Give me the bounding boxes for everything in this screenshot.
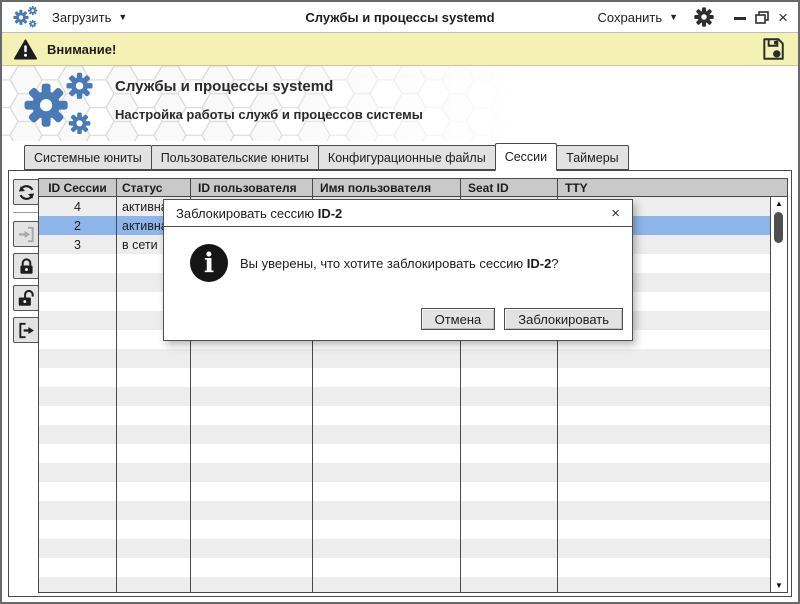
dialog-titlebar: Заблокировать сессию ID-2 × <box>164 200 632 227</box>
unlock-session-button[interactable] <box>13 285 39 311</box>
dialog-title: Заблокировать сессию ID-2 <box>176 205 343 221</box>
refresh-icon <box>18 184 34 200</box>
session-toolbar <box>12 179 40 349</box>
save-menu-label: Сохранить <box>597 9 663 25</box>
cell-session-id: 3 <box>74 237 81 252</box>
table-header: ID Сессии Статус ID пользователя Имя пол… <box>39 179 787 197</box>
load-menu-label: Загрузить <box>52 9 112 25</box>
tab-user-units[interactable]: Пользовательские юниты <box>150 145 319 170</box>
column-divider <box>116 179 117 592</box>
tab-bar: Системные юниты Пользовательские юниты К… <box>2 141 798 171</box>
banner-subtitle: Настройка работы служб и процессов систе… <box>115 107 423 122</box>
load-menu-button[interactable]: Загрузить ▼ <box>52 10 127 25</box>
save-disk-icon[interactable] <box>760 36 786 62</box>
tab-config-files[interactable]: Конфигурационные файлы <box>317 145 496 170</box>
column-header-status: Статус <box>122 180 163 195</box>
attach-session-icon <box>18 226 34 242</box>
unlock-session-icon <box>18 289 34 306</box>
app-banner: Службы и процессы systemd Настройка рабо… <box>2 66 798 141</box>
chevron-down-icon: ▼ <box>669 11 679 22</box>
scroll-down-icon[interactable]: ▼ <box>771 581 787 590</box>
banner-title: Службы и процессы systemd <box>115 78 334 95</box>
close-button[interactable]: × <box>778 9 788 26</box>
app-logo-gears-icon <box>18 70 100 138</box>
column-header-seat-id: Seat ID <box>468 180 509 195</box>
app-window: Загрузить ▼ Службы и процессы systemd Со… <box>0 0 800 604</box>
warning-label: Внимание! <box>47 41 117 57</box>
dialog-message: Вы уверены, что хотите заблокировать сес… <box>240 256 559 271</box>
vertical-scrollbar[interactable]: ▲ ▼ <box>770 197 787 592</box>
lock-session-dialog: Заблокировать сессию ID-2 × i Вы уверены… <box>163 199 633 341</box>
lock-session-icon <box>19 257 33 274</box>
scrollbar-thumb[interactable] <box>774 212 783 243</box>
minimize-button[interactable] <box>734 16 747 20</box>
column-header-user-id: ID пользователя <box>198 180 297 195</box>
column-header-tty: TTY <box>565 180 588 195</box>
info-icon: i <box>190 244 228 282</box>
app-gears-icon <box>12 5 39 29</box>
dialog-close-icon[interactable]: × <box>611 205 620 222</box>
warning-icon <box>14 38 37 60</box>
attach-session-button <box>13 221 39 247</box>
save-menu-button[interactable]: Сохранить ▼ <box>598 10 679 25</box>
cancel-button[interactable]: Отмена <box>420 308 496 330</box>
column-header-user-name: Имя пользователя <box>320 180 432 195</box>
tab-sessions[interactable]: Сессии <box>494 143 558 171</box>
titlebar: Загрузить ▼ Службы и процессы systemd Со… <box>2 2 798 33</box>
column-header-session-id: ID Сессии <box>48 180 107 195</box>
maximize-button[interactable] <box>755 10 769 24</box>
toolbar-separator <box>13 212 39 213</box>
tab-timers[interactable]: Таймеры <box>556 145 629 170</box>
scroll-up-icon[interactable]: ▲ <box>771 199 787 208</box>
refresh-button[interactable] <box>13 179 39 205</box>
lock-session-button[interactable] <box>13 253 39 279</box>
confirm-lock-button[interactable]: Заблокировать <box>504 308 623 330</box>
terminate-session-button[interactable] <box>13 317 39 343</box>
settings-gear-icon[interactable] <box>694 7 714 27</box>
terminate-session-icon <box>18 322 34 338</box>
warning-bar: Внимание! <box>2 33 798 66</box>
cell-session-id: 2 <box>74 218 81 233</box>
tab-system-units[interactable]: Системные юниты <box>24 145 152 170</box>
chevron-down-icon: ▼ <box>118 11 128 22</box>
cell-session-id: 4 <box>74 199 81 214</box>
